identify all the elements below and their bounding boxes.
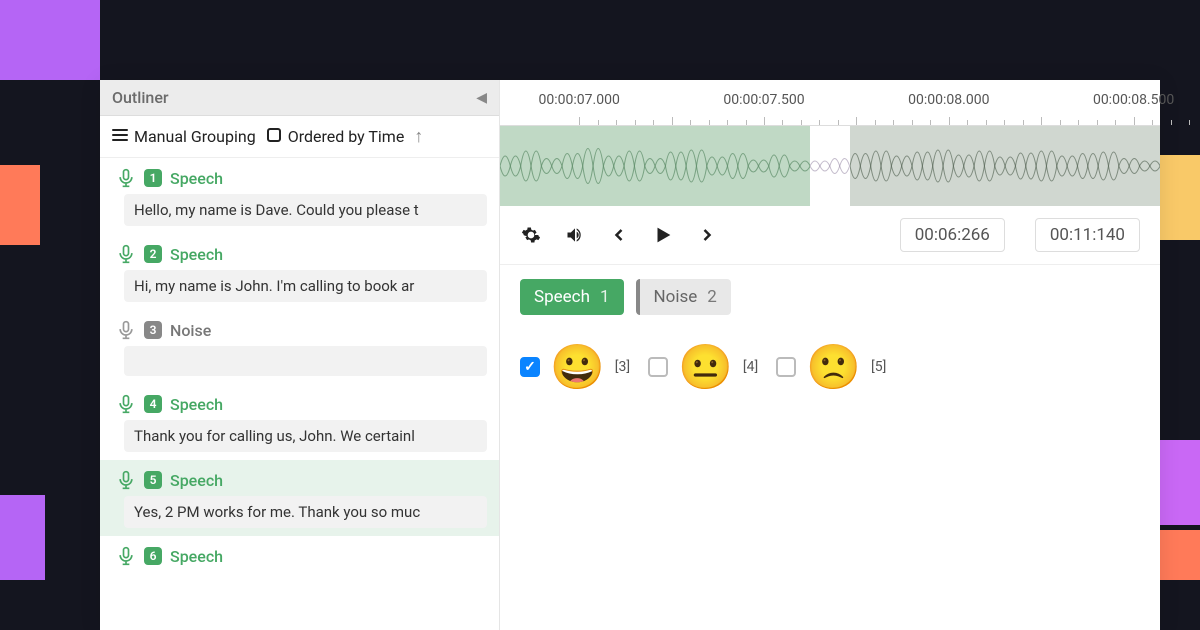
- emoji-hotkey: [4]: [743, 359, 758, 375]
- emoji-option: 😐 [4]: [648, 345, 758, 389]
- segment-label: Noise: [170, 321, 211, 340]
- tab-count: 1: [600, 287, 610, 307]
- segment-number: 2: [144, 245, 162, 263]
- timeline-tick-label: 00:00:08.000: [908, 92, 989, 108]
- segment-text[interactable]: Yes, 2 PM works for me. Thank you so muc: [124, 496, 487, 528]
- emoji-glyph[interactable]: 🙁: [806, 345, 861, 389]
- waveform[interactable]: [500, 126, 1160, 206]
- emoji-option: 🙁 [5]: [776, 345, 886, 389]
- time-start-field[interactable]: 00:06:266: [900, 218, 1005, 252]
- mic-icon: [116, 470, 136, 490]
- tab-label: Speech: [534, 287, 590, 307]
- emoji-checkbox[interactable]: [648, 357, 668, 377]
- mic-icon: [116, 168, 136, 188]
- settings-button[interactable]: [520, 224, 542, 246]
- emoji-glyph[interactable]: 😐: [678, 345, 733, 389]
- play-button[interactable]: [652, 224, 674, 246]
- timeline-ruler[interactable]: 00:00:07.00000:00:07.50000:00:08.00000:0…: [500, 90, 1160, 126]
- outliner-sidebar: Outliner ◀ Manual Grouping Ordered by Ti…: [100, 80, 500, 630]
- next-button[interactable]: [696, 224, 718, 246]
- segment-item[interactable]: 3 Noise: [100, 310, 499, 384]
- emoji-option: 😀 [3]: [520, 345, 630, 389]
- segment-text[interactable]: Hi, my name is John. I'm calling to book…: [124, 270, 487, 302]
- app-window: Outliner ◀ Manual Grouping Ordered by Ti…: [100, 80, 1160, 630]
- grouping-label: Manual Grouping: [134, 127, 256, 146]
- segment-number: 5: [144, 471, 162, 489]
- annotation-tabs: Speech 1 Noise 2: [500, 265, 1160, 329]
- collapse-sidebar-button[interactable]: ◀: [476, 90, 487, 106]
- sort-direction-button[interactable]: ↑: [414, 126, 423, 147]
- sidebar-header: Outliner ◀: [100, 80, 499, 116]
- segment-label: Speech: [170, 395, 223, 414]
- emoji-checkbox[interactable]: [520, 357, 540, 377]
- volume-button[interactable]: [564, 224, 586, 246]
- tab-speech[interactable]: Speech 1: [520, 279, 624, 315]
- grouping-button[interactable]: Manual Grouping: [112, 127, 256, 147]
- order-label: Ordered by Time: [288, 127, 405, 146]
- segments-list: 1 Speech Hello, my name is Dave. Could you…: [100, 158, 499, 630]
- segment-text[interactable]: Hello, my name is Dave. Could you please…: [124, 194, 487, 226]
- segment-number: 4: [144, 395, 162, 413]
- order-button[interactable]: Ordered by Time: [266, 127, 405, 147]
- sidebar-title: Outliner: [112, 88, 169, 107]
- segment-item[interactable]: 1 Speech Hello, my name is Dave. Could you…: [100, 158, 499, 234]
- tab-noise[interactable]: Noise 2: [636, 279, 731, 315]
- emoji-glyph[interactable]: 😀: [550, 345, 605, 389]
- segment-item[interactable]: 6 Speech: [100, 536, 499, 580]
- segment-number: 3: [144, 321, 162, 339]
- emoji-checkbox[interactable]: [776, 357, 796, 377]
- segment-item[interactable]: 2 Speech Hi, my name is John. I'm calling …: [100, 234, 499, 310]
- segment-number: 1: [144, 169, 162, 187]
- square-icon: [266, 127, 282, 147]
- emoji-options: 😀 [3] 😐 [4] 🙁 [5]: [500, 329, 1160, 405]
- waveform-gap: [810, 126, 850, 206]
- waveform-region-active[interactable]: [500, 126, 810, 206]
- timeline-tick-label: 00:00:07.000: [539, 92, 620, 108]
- main-panel: 00:00:07.000 00:00:07.500 00:00:08.000 00:0…: [500, 80, 1160, 630]
- segment-label: Speech: [170, 169, 223, 188]
- segment-label: Speech: [170, 547, 223, 566]
- tab-count: 2: [707, 287, 717, 307]
- tab-label: Noise: [654, 287, 698, 307]
- list-icon: [112, 127, 128, 147]
- timeline-tick-label: 00:00:07.500: [723, 92, 804, 108]
- sidebar-controls: Manual Grouping Ordered by Time ↑: [100, 116, 499, 158]
- mic-icon: [116, 244, 136, 264]
- segment-label: Speech: [170, 471, 223, 490]
- emoji-hotkey: [3]: [615, 359, 630, 375]
- mic-icon: [116, 546, 136, 566]
- mic-icon: [116, 320, 136, 340]
- segment-text[interactable]: [124, 346, 487, 376]
- segment-label: Speech: [170, 245, 223, 264]
- waveform-region-next[interactable]: [850, 126, 1160, 206]
- time-end-field[interactable]: 00:11:140: [1035, 218, 1140, 252]
- player-controls: 00:06:266 00:11:140: [500, 206, 1160, 265]
- segment-item[interactable]: 5 Speech Yes, 2 PM works for me. Thank you…: [100, 460, 499, 536]
- timeline-tick-label: 00:00:08.500: [1093, 92, 1174, 108]
- emoji-hotkey: [5]: [871, 359, 886, 375]
- segment-number: 6: [144, 547, 162, 565]
- prev-button[interactable]: [608, 224, 630, 246]
- mic-icon: [116, 394, 136, 414]
- segment-item[interactable]: 4 Speech Thank you for calling us, John. W…: [100, 384, 499, 460]
- segment-text[interactable]: Thank you for calling us, John. We certa…: [124, 420, 487, 452]
